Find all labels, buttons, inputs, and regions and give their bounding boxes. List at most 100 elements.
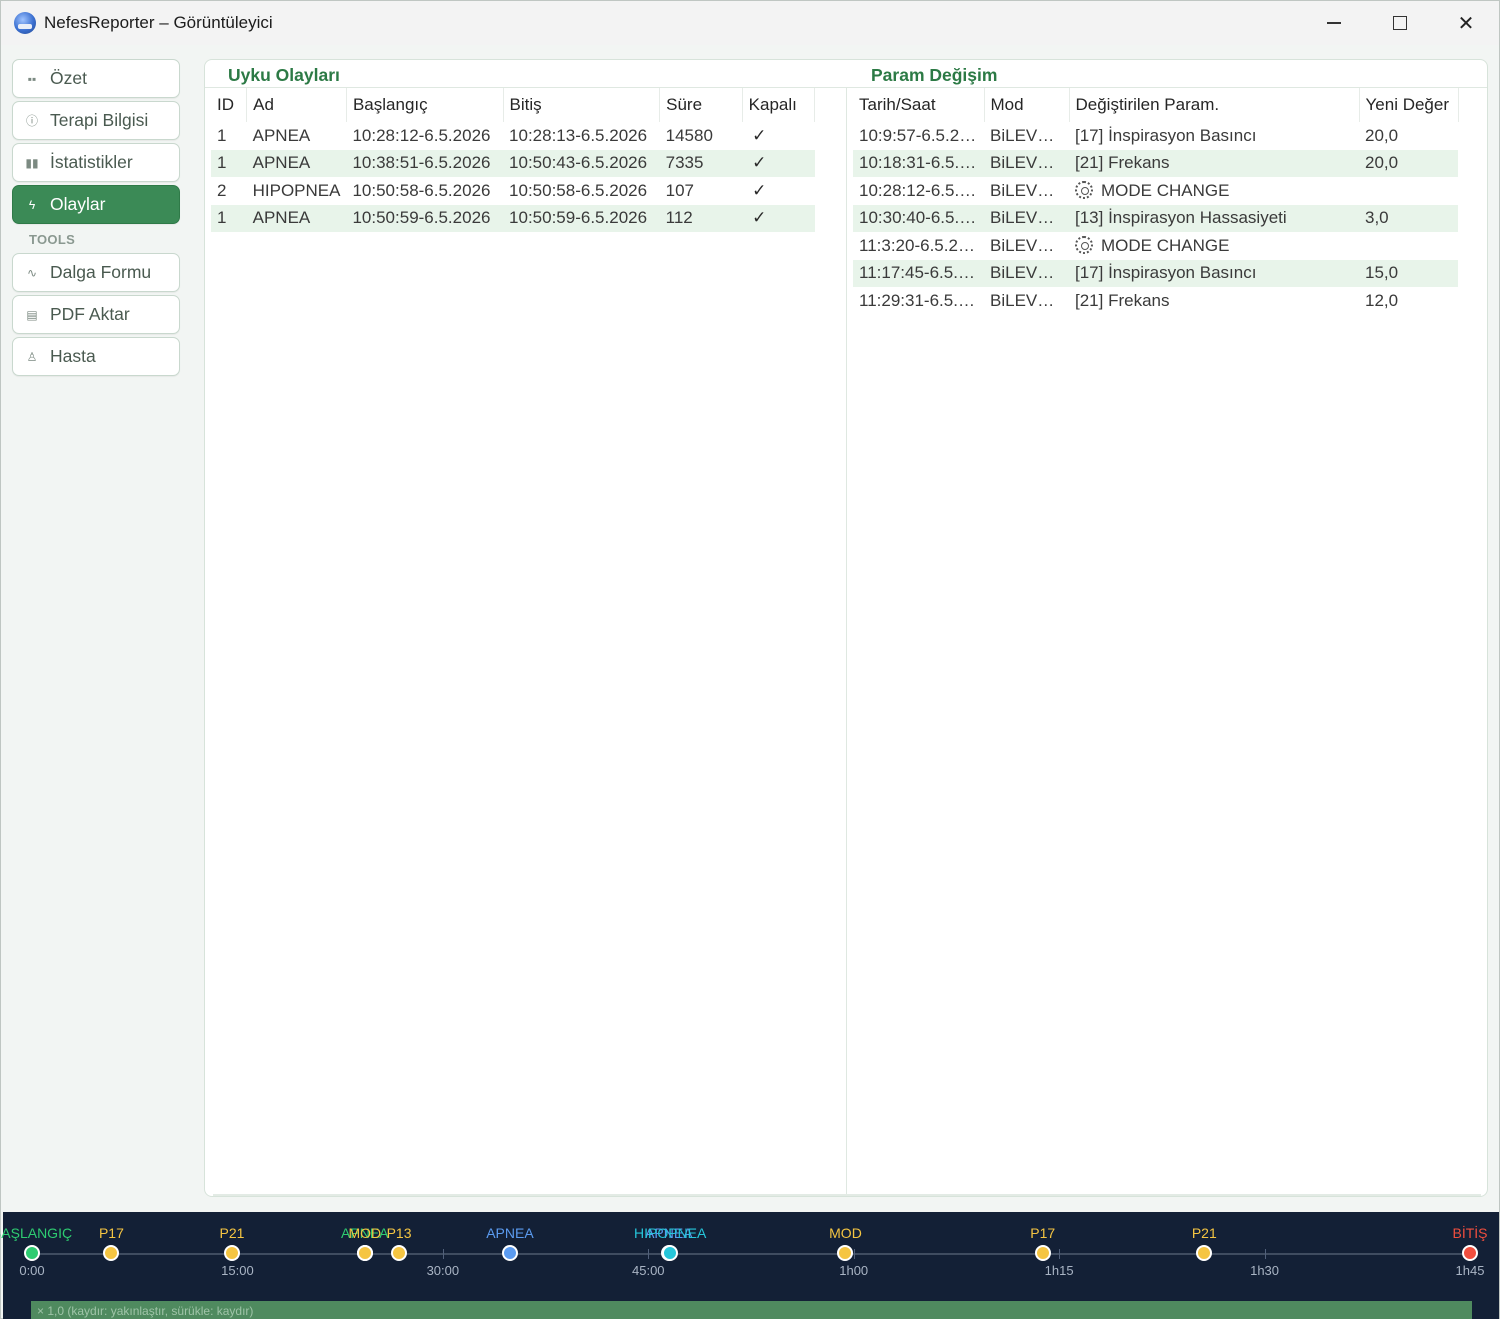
table-row[interactable]: 1 APNEA 10:38:51-6.5.2026 10:50:43-6.5.2… bbox=[211, 149, 815, 177]
params-table: Tarih/Saat Mod Değiştirilen Param. Yeni … bbox=[853, 88, 1459, 315]
table-row[interactable]: 11:17:45-6.5.2... BiLEVEL-T [17] İnspira… bbox=[853, 259, 1458, 287]
timeline-hint: × 1,0 (kaydır: yakınlaştır, sürükle: kay… bbox=[37, 1304, 254, 1318]
sidebar-item-ozet[interactable]: ▪▪ Özet bbox=[12, 59, 180, 98]
event-id: 1 bbox=[211, 204, 247, 232]
column-header-id[interactable]: ID bbox=[211, 88, 248, 122]
timeline-track bbox=[32, 1253, 1471, 1255]
table-row[interactable]: 10:28:12-6.5.2... BiLEVEL S MODE CHANGE bbox=[853, 177, 1458, 205]
param-time: 10:28:12-6.5.2... bbox=[859, 180, 983, 200]
params-title: Param Değişim bbox=[871, 65, 998, 85]
minimize-button[interactable] bbox=[1301, 1, 1367, 45]
events-header-row: ID Ad Başlangıç Bitiş Süre Kapalı bbox=[211, 88, 816, 122]
param-mode: BiLEVEL-T bbox=[984, 259, 1069, 287]
close-button[interactable]: ✕ bbox=[1433, 1, 1499, 45]
closed-check-icon: ✓ bbox=[742, 204, 815, 232]
timeline-marker[interactable] bbox=[356, 1245, 373, 1261]
sidebar-item-dalga-formu[interactable]: ∿ Dalga Formu bbox=[12, 253, 180, 292]
table-row[interactable]: 11:3:20-6.5.20... BiLEVEL-T MODE CHANGE bbox=[853, 232, 1458, 260]
sidebar-item-istatistikler[interactable]: ▮▮ İstatistikler bbox=[12, 143, 180, 182]
timeline-marker-label: BİTİŞ bbox=[1452, 1225, 1488, 1241]
param-name: [21] Frekans bbox=[1069, 149, 1359, 177]
event-name: APNEA bbox=[246, 204, 347, 232]
table-row[interactable]: 2 HIPOPNEA 10:50:58-6.5.2026 10:50:58-6.… bbox=[211, 177, 815, 205]
param-name: [17] İnspirasyon Basıncı bbox=[1069, 259, 1359, 287]
event-id: 1 bbox=[217, 125, 227, 145]
sidebar-item-label: Özet bbox=[50, 68, 87, 88]
sidebar-item-label: İstatistikler bbox=[50, 152, 133, 172]
table-row[interactable]: 10:18:31-6.5.2... BiLEVEL-T [21] Frekans… bbox=[853, 149, 1458, 177]
param-name: [13] İnspirasyon Hassasiyeti bbox=[1069, 204, 1359, 232]
maximize-icon bbox=[1393, 16, 1407, 30]
timeline-marker[interactable] bbox=[837, 1245, 854, 1261]
param-mode: BiLEVEL-T bbox=[990, 290, 1069, 310]
user-icon: ♙ bbox=[26, 349, 38, 364]
param-mode: BiLEVEL S bbox=[990, 180, 1069, 200]
timeline-marker[interactable] bbox=[391, 1245, 408, 1261]
param-time: 11:17:45-6.5.2... bbox=[853, 259, 984, 287]
table-row[interactable]: 10:9:57-6.5.20... BiLEVEL-T [17] İnspira… bbox=[853, 122, 1458, 150]
param-value: 20,0 bbox=[1359, 149, 1458, 177]
timeline-marker[interactable] bbox=[1196, 1245, 1213, 1261]
timeline-marker-label: HIPOPNEA bbox=[634, 1225, 707, 1241]
event-timeline[interactable]: × 1,0 (kaydır: yakınlaştır, sürükle: kay… bbox=[0, 1212, 1499, 1319]
info-icon: ⓘ bbox=[25, 114, 38, 128]
table-row[interactable]: 11:29:31-6.5.2... BiLEVEL-T [21] Frekans… bbox=[853, 287, 1458, 315]
param-value: 12,0 bbox=[1365, 290, 1399, 310]
column-header-tarih-saat[interactable]: Tarih/Saat bbox=[853, 88, 985, 122]
event-name: APNEA bbox=[246, 149, 347, 177]
table-row[interactable]: 10:30:40-6.5.2... BiLEVEL S [13] İnspira… bbox=[853, 204, 1458, 232]
document-icon: ▤ bbox=[26, 307, 38, 322]
timeline-marker[interactable] bbox=[1462, 1245, 1478, 1261]
timeline-marker-label: MOD bbox=[829, 1225, 862, 1241]
timeline-tick bbox=[1264, 1249, 1266, 1259]
column-header-mod[interactable]: Mod bbox=[984, 88, 1070, 122]
events-title: Uyku Olayları bbox=[228, 65, 340, 85]
column-header-kapali[interactable]: Kapalı bbox=[742, 88, 816, 122]
timeline-marker-label: BAŞLANGIÇ bbox=[0, 1225, 73, 1241]
column-header-degistirilen-param[interactable]: Değiştirilen Param. bbox=[1069, 88, 1360, 122]
timeline-marker[interactable] bbox=[103, 1245, 120, 1261]
gear-icon bbox=[1075, 180, 1093, 199]
param-time: 11:3:20-6.5.20... bbox=[859, 235, 982, 255]
table-row[interactable]: 1 APNEA 10:28:12-6.5.2026 10:28:13-6.5.2… bbox=[211, 122, 815, 150]
timeline-marker[interactable] bbox=[662, 1245, 679, 1261]
param-name: [21] Frekans bbox=[1075, 290, 1170, 310]
param-time: 11:29:31-6.5.2... bbox=[859, 290, 982, 310]
sidebar-item-olaylar[interactable]: ϟ Olaylar bbox=[12, 185, 180, 224]
title-bar: NefesReporter – Görüntüleyici ✕ bbox=[1, 1, 1499, 45]
timeline-marker[interactable] bbox=[24, 1245, 40, 1261]
timeline-tick-label: 15:00 bbox=[221, 1263, 254, 1278]
column-header-yeni-deger[interactable]: Yeni Değer bbox=[1359, 88, 1459, 122]
timeline-tick-label: 1h00 bbox=[839, 1263, 869, 1278]
timeline-marker-label: MOD bbox=[348, 1225, 382, 1241]
timeline-marker[interactable] bbox=[1034, 1245, 1051, 1261]
sidebar-item-label: Dalga Formu bbox=[50, 262, 152, 282]
timeline-tick-label: 0:00 bbox=[19, 1263, 45, 1278]
param-value bbox=[1359, 232, 1458, 260]
column-header-baslangic[interactable]: Başlangıç bbox=[346, 88, 504, 122]
waveform-icon: ∿ bbox=[26, 265, 38, 280]
column-header-sure[interactable]: Süre bbox=[659, 88, 743, 122]
closed-check-icon: ✓ bbox=[752, 125, 767, 145]
closed-check-icon: ✓ bbox=[752, 180, 767, 200]
sidebar-item-terapi-bilgisi[interactable]: ⓘ Terapi Bilgisi bbox=[12, 101, 180, 140]
sidebar-item-pdf-aktar[interactable]: ▤ PDF Aktar bbox=[12, 295, 180, 334]
event-start: 10:50:58-6.5.2026 bbox=[352, 180, 491, 200]
event-start: 10:50:59-6.5.2026 bbox=[346, 204, 504, 232]
timeline-marker[interactable] bbox=[223, 1245, 240, 1261]
table-row[interactable]: 1 APNEA 10:50:59-6.5.2026 10:50:59-6.5.2… bbox=[211, 204, 815, 232]
sidebar-item-hasta[interactable]: ♙ Hasta bbox=[12, 337, 180, 376]
timeline-marker-label: P13 bbox=[386, 1225, 412, 1241]
param-time: 10:18:31-6.5.2... bbox=[853, 149, 984, 177]
gear-icon bbox=[1075, 235, 1093, 254]
bar-chart-icon: ▮▮ bbox=[25, 155, 39, 170]
column-header-bitis[interactable]: Bitiş bbox=[503, 88, 661, 122]
event-end: 10:28:13-6.5.2026 bbox=[509, 125, 648, 145]
sidebar-item-label: Olaylar bbox=[50, 194, 106, 214]
param-name: MODE CHANGE bbox=[1101, 180, 1230, 200]
column-header-ad[interactable]: Ad bbox=[246, 88, 347, 122]
param-mode: BiLEVEL S bbox=[984, 204, 1069, 232]
timeline-marker[interactable] bbox=[501, 1245, 518, 1261]
maximize-button[interactable] bbox=[1367, 1, 1433, 45]
timeline-marker-label: P17 bbox=[1030, 1225, 1056, 1241]
